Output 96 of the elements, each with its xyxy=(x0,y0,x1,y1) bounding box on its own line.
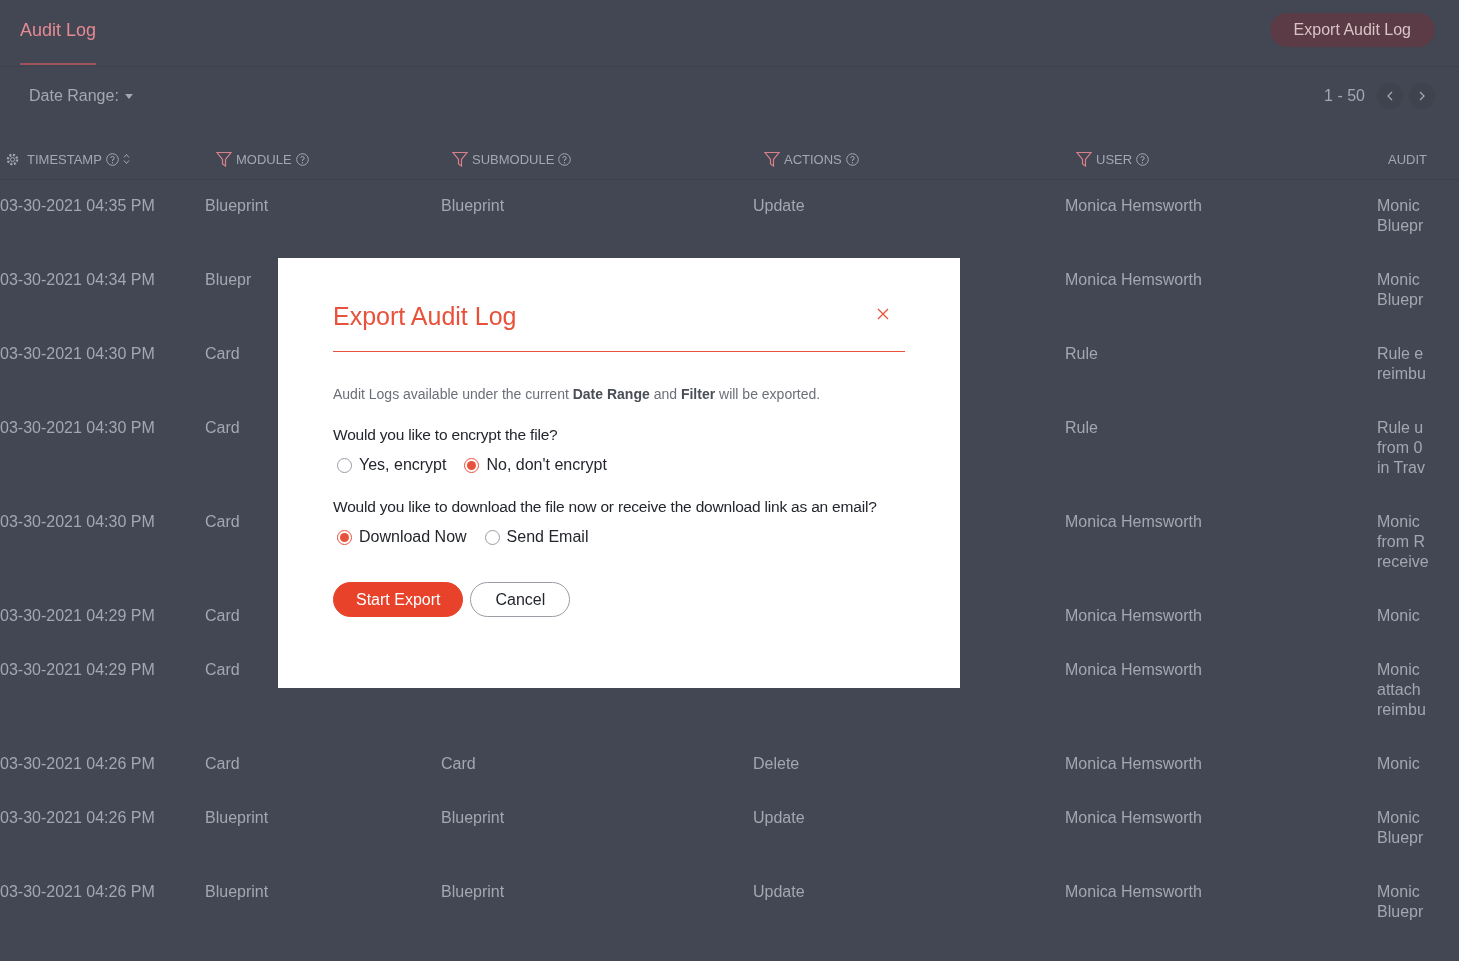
table-cell: 03-30-2021 04:30 PM xyxy=(0,345,155,362)
table-cell-text: Monic xyxy=(1377,196,1421,216)
table-cell: 03-30-2021 04:26 PM xyxy=(0,809,155,826)
table-cell: Blueprint xyxy=(441,883,505,900)
close-button[interactable] xyxy=(877,308,889,320)
table-cell: Update xyxy=(753,197,805,214)
table-cell: Monica Hemsworth xyxy=(1065,271,1202,288)
table-cell-text: Bluepr xyxy=(1377,216,1425,236)
table-cell: Monica Hemsworth xyxy=(1065,755,1202,772)
table-cell-text: Bluepr xyxy=(1377,828,1425,848)
table-cell-text: Monic xyxy=(1377,882,1421,902)
table-cell: Monica Hemsworth xyxy=(1065,197,1202,214)
next-page-button[interactable] xyxy=(1409,83,1435,109)
table-cell-text: in Trav xyxy=(1377,458,1426,478)
previous-page-button[interactable] xyxy=(1377,83,1403,109)
table-cell-text: attach xyxy=(1377,680,1422,700)
help-icon[interactable] xyxy=(845,152,859,166)
table-cell: Monica Hemsworth xyxy=(1065,809,1202,826)
table-cell-text: receive xyxy=(1377,552,1430,572)
table-cell: Card xyxy=(205,419,240,436)
radio-option[interactable]: Yes, encrypt xyxy=(337,456,447,474)
column-header: USER xyxy=(1096,151,1133,167)
table-cell: Monica Hemsworth xyxy=(1065,883,1202,900)
table-cell: Monica Hemsworth xyxy=(1065,661,1202,678)
filter-icon[interactable] xyxy=(1076,151,1092,167)
dialog-description: Audit Logs available under the current Date Range and Filter will be exported. xyxy=(333,386,822,402)
audit-log-tab[interactable]: Audit Log xyxy=(20,12,97,65)
help-icon[interactable] xyxy=(295,152,309,166)
table-cell: Card xyxy=(205,345,240,362)
radio-option[interactable]: No, don't encrypt xyxy=(464,456,607,474)
page-range: 1 - 50 xyxy=(1324,87,1365,105)
table-cell-text: Bluepr xyxy=(1377,290,1425,310)
help-icon[interactable] xyxy=(1136,152,1150,166)
settings-icon[interactable] xyxy=(6,153,19,166)
table-cell-text: Bluepr xyxy=(1377,902,1425,922)
sort-icon[interactable] xyxy=(122,153,130,165)
column-header: SUBMODULE xyxy=(472,151,555,167)
table-cell-text: Monic xyxy=(1377,270,1421,290)
table-cell-text: Monic xyxy=(1377,660,1421,680)
help-icon[interactable] xyxy=(105,152,119,166)
column-header: MODULE xyxy=(236,151,292,167)
table-cell: Blueprint xyxy=(205,197,269,214)
table-cell-text: Monic xyxy=(1377,512,1421,532)
table-cell: 03-30-2021 04:29 PM xyxy=(0,661,155,678)
cancel-button[interactable]: Cancel xyxy=(470,582,571,617)
table-cell: 03-30-2021 04:30 PM xyxy=(0,419,155,436)
table-cell: Monica Hemsworth xyxy=(1065,513,1202,530)
table-cell: Blueprint xyxy=(441,197,505,214)
table-cell: 03-30-2021 04:30 PM xyxy=(0,513,155,530)
filter-icon[interactable] xyxy=(764,151,780,167)
table-cell: Card xyxy=(205,607,240,624)
table-cell-text: reimbu xyxy=(1377,700,1427,720)
filter-icon[interactable] xyxy=(452,151,468,167)
column-header: TIMESTAMP xyxy=(27,151,102,167)
table-cell-text: Monic xyxy=(1377,606,1421,626)
table-cell: Bluepr xyxy=(205,271,252,288)
table-cell-text: reimbu xyxy=(1377,364,1427,384)
table-cell: Monica Hemsworth xyxy=(1065,607,1202,624)
table-cell: Rule xyxy=(1065,419,1098,436)
table-cell-text: Rule e xyxy=(1377,344,1425,364)
filter-icon[interactable] xyxy=(216,151,232,167)
radio-option[interactable]: Send Email xyxy=(484,528,589,546)
question-text: Would you like to download the file now or receive the download link as an email? xyxy=(333,498,878,516)
table-cell-text: from 0 xyxy=(1377,438,1424,458)
table-cell: Delete xyxy=(753,755,800,772)
table-cell: 03-30-2021 04:26 PM xyxy=(0,755,155,772)
chevron-right-icon xyxy=(1418,91,1426,101)
question-text: Would you like to encrypt the file? xyxy=(333,426,559,444)
table-cell: Blueprint xyxy=(205,883,269,900)
help-icon[interactable] xyxy=(558,152,572,166)
table-cell: Update xyxy=(753,883,805,900)
table-cell: Blueprint xyxy=(441,809,505,826)
table-cell-text: from R xyxy=(1377,532,1426,552)
table-cell: Card xyxy=(441,755,476,772)
chevron-left-icon xyxy=(1386,91,1394,101)
column-header: AUDIT xyxy=(1388,151,1427,167)
dialog-title: Export Audit Log xyxy=(333,302,517,331)
table-cell: Rule xyxy=(1065,345,1098,362)
export-button[interactable]: Export Audit Log xyxy=(1269,13,1435,47)
start-export-button[interactable]: Start Export xyxy=(333,582,464,617)
table-cell: Update xyxy=(753,809,805,826)
table-cell-text: Rule u xyxy=(1377,418,1425,438)
table-cell-text: Monic xyxy=(1377,808,1421,828)
table-cell-text: Monic xyxy=(1377,754,1421,774)
table-cell: 03-30-2021 04:26 PM xyxy=(0,883,155,900)
table-cell: 03-30-2021 04:34 PM xyxy=(0,271,155,288)
table-cell: Card xyxy=(205,661,240,678)
table-cell: Card xyxy=(205,513,240,530)
column-header: ACTIONS xyxy=(784,151,842,167)
radio-option[interactable]: Download Now xyxy=(337,528,467,546)
table-cell: Card xyxy=(205,755,240,772)
date-range-dropdown[interactable]: Date Range: xyxy=(29,87,133,105)
caret-icon xyxy=(124,93,133,99)
table-cell: 03-30-2021 04:35 PM xyxy=(0,197,155,214)
table-cell: 03-30-2021 04:29 PM xyxy=(0,607,155,624)
table-cell: Blueprint xyxy=(205,809,269,826)
